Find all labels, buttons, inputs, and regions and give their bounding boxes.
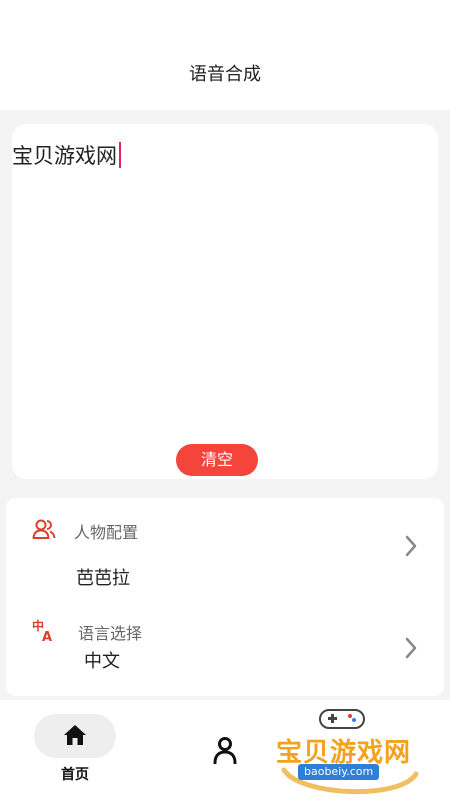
person-icon (212, 737, 238, 768)
text-caret (119, 142, 121, 168)
language-select-label: 语言选择 (78, 624, 143, 643)
language-select-row[interactable]: 中 A 语言选择 中文 (6, 598, 444, 690)
nav-home-button[interactable] (34, 714, 116, 758)
character-config-row[interactable]: 人物配置 芭芭拉 (6, 498, 444, 590)
editor-text-line[interactable]: 宝贝游戏网 (12, 140, 121, 170)
nav-home-label[interactable]: 首页 (34, 764, 116, 784)
character-config-label: 人物配置 (74, 523, 139, 542)
watermark-logo: 宝贝游戏网 baobeiy.com (270, 702, 430, 800)
translate-icon: 中 A (32, 618, 56, 646)
chevron-right-icon (404, 636, 418, 664)
page-title: 语音合成 (189, 64, 261, 85)
editor-text[interactable]: 宝贝游戏网 (12, 140, 117, 170)
svg-text:A: A (42, 630, 52, 642)
watermark-url: baobeiy.com (298, 764, 380, 780)
clear-button[interactable]: 清空 (176, 444, 258, 476)
settings-card: 人物配置 芭芭拉 中 A 语言选择 中文 (6, 498, 444, 696)
language-select-value: 中文 (84, 651, 120, 672)
users-icon (32, 518, 56, 544)
character-config-value: 芭芭拉 (76, 568, 130, 589)
chevron-right-icon (404, 534, 418, 562)
gamepad-icon (319, 709, 365, 729)
home-icon (63, 724, 87, 750)
nav-profile-button[interactable] (212, 736, 238, 768)
app-header: 语音合成 (0, 0, 450, 110)
text-editor[interactable]: 宝贝游戏网 清空 (12, 124, 438, 479)
